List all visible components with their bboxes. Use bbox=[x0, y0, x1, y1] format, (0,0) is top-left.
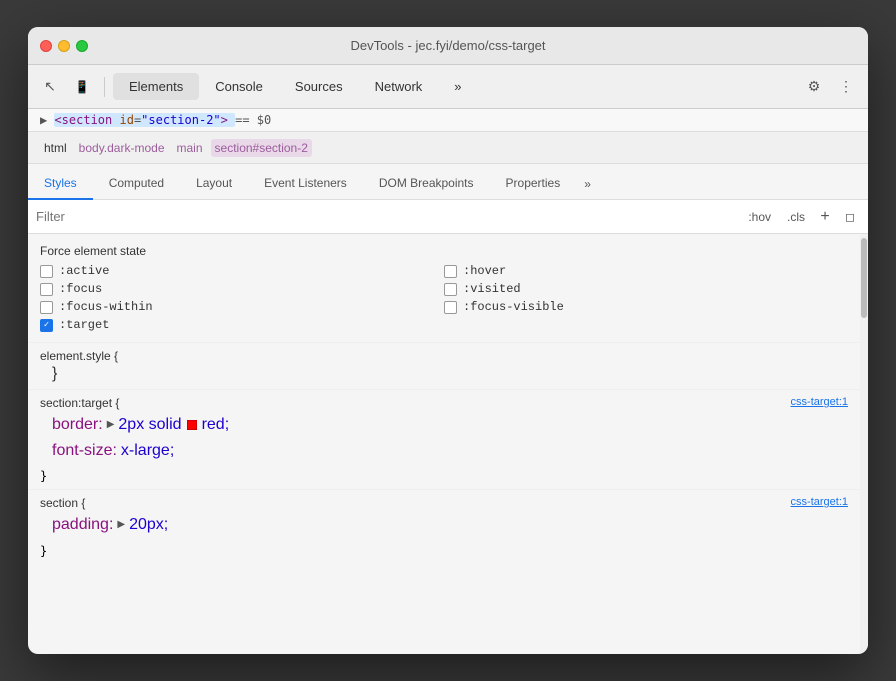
scrollbar-thumb[interactable] bbox=[861, 238, 867, 318]
dom-element-bar: ▶ <section id="section-2"> == $0 bbox=[28, 109, 868, 132]
css-prop-border: border: ▶ 2px solid red; bbox=[52, 412, 848, 438]
checkbox-focus-within[interactable] bbox=[40, 301, 53, 314]
menu-button[interactable]: ⋮ bbox=[832, 73, 860, 101]
dom-selected-element: <section id="section-2"> bbox=[54, 113, 235, 127]
state-item-visited: :visited bbox=[444, 282, 848, 296]
cls-button[interactable]: .cls bbox=[782, 208, 810, 226]
breadcrumb-body[interactable]: body.dark-mode bbox=[75, 139, 169, 157]
layout-icon: ◻ bbox=[845, 210, 855, 224]
breadcrumb-main[interactable]: main bbox=[173, 139, 207, 157]
state-item-target: :target bbox=[40, 318, 848, 332]
tab-sources[interactable]: Sources bbox=[279, 73, 359, 100]
menu-icon: ⋮ bbox=[839, 78, 853, 95]
panel-tab-computed[interactable]: Computed bbox=[93, 168, 180, 200]
css-rule-element-style: element.style { } bbox=[28, 342, 860, 389]
css-source-link-2[interactable]: css-target:1 bbox=[791, 496, 848, 508]
checkbox-focus-visible[interactable] bbox=[444, 301, 457, 314]
layout-button[interactable]: ◻ bbox=[840, 208, 860, 226]
css-rule-section-body: padding: ▶ 20px; bbox=[28, 512, 860, 544]
css-closing-brace-0: } bbox=[52, 365, 57, 382]
css-prop-value-border-size: 2px solid bbox=[118, 412, 181, 438]
filter-input[interactable] bbox=[36, 209, 743, 224]
panel-tab-properties[interactable]: Properties bbox=[490, 168, 577, 200]
css-prop-value-font-size: x-large; bbox=[121, 438, 174, 464]
css-selector-element-style: element.style { bbox=[40, 349, 118, 363]
css-prop-padding: padding: ▶ 20px; bbox=[52, 512, 848, 538]
breadcrumb-section[interactable]: section#section-2 bbox=[211, 139, 312, 157]
state-item-hover: :hover bbox=[444, 264, 848, 278]
css-prop-name-font-size: font-size: bbox=[52, 438, 117, 464]
filter-actions: :hov .cls + ◻ bbox=[743, 208, 860, 226]
breadcrumb: html body.dark-mode main section#section… bbox=[28, 132, 868, 164]
color-swatch-red[interactable] bbox=[187, 420, 197, 430]
css-prop-name-border: border: bbox=[52, 412, 103, 438]
main-tabs: Elements Console Sources Network » bbox=[113, 73, 796, 100]
state-item-focus: :focus bbox=[40, 282, 444, 296]
styles-panel: Force element state :active :hover :focu… bbox=[28, 234, 860, 654]
panel-tab-styles[interactable]: Styles bbox=[28, 168, 93, 200]
settings-button[interactable]: ⚙ bbox=[800, 73, 828, 101]
panel-tabs: Styles Computed Layout Event Listeners D… bbox=[28, 164, 868, 200]
state-item-focus-within: :focus-within bbox=[40, 300, 444, 314]
css-rule-element-style-header: element.style { bbox=[28, 343, 860, 365]
css-prop-value-border-color: red; bbox=[202, 412, 230, 438]
panel-tab-more[interactable]: » bbox=[576, 169, 599, 199]
panel-tab-layout[interactable]: Layout bbox=[180, 168, 248, 200]
settings-icon: ⚙ bbox=[808, 78, 821, 95]
dom-equals: == $0 bbox=[235, 113, 271, 127]
css-closing-2: } bbox=[28, 544, 860, 564]
css-rule-section-target-header: section:target { css-target:1 bbox=[28, 390, 860, 412]
css-rule-section-target: section:target { css-target:1 border: ▶ … bbox=[28, 389, 860, 489]
panel-tab-event-listeners[interactable]: Event Listeners bbox=[248, 168, 363, 200]
state-item-focus-visible: :focus-visible bbox=[444, 300, 848, 314]
checkbox-hover[interactable] bbox=[444, 265, 457, 278]
toolbar-separator bbox=[104, 77, 105, 97]
checkbox-visited[interactable] bbox=[444, 283, 457, 296]
css-source-link-1[interactable]: css-target:1 bbox=[791, 396, 848, 408]
tab-network[interactable]: Network bbox=[359, 73, 439, 100]
panel-tab-dom-breakpoints[interactable]: DOM Breakpoints bbox=[363, 168, 490, 200]
expand-arrow-padding[interactable]: ▶ bbox=[117, 517, 125, 533]
toolbar-right-actions: ⚙ ⋮ bbox=[800, 73, 860, 101]
tab-more[interactable]: » bbox=[438, 73, 477, 100]
close-button[interactable] bbox=[40, 40, 52, 52]
titlebar: DevTools - jec.fyi/demo/css-target bbox=[28, 27, 868, 65]
checkbox-target[interactable] bbox=[40, 319, 53, 332]
traffic-lights bbox=[40, 40, 88, 52]
css-rule-section-target-body: border: ▶ 2px solid red; font-size: x-la… bbox=[28, 412, 860, 469]
filter-bar: :hov .cls + ◻ bbox=[28, 200, 868, 234]
mobile-icon: 📱 bbox=[75, 80, 90, 94]
state-item-active: :active bbox=[40, 264, 444, 278]
checkbox-active[interactable] bbox=[40, 265, 53, 278]
css-rule-section: section { css-target:1 padding: ▶ 20px; … bbox=[28, 489, 860, 564]
css-selector-section: section { bbox=[40, 496, 85, 510]
force-state-grid: :active :hover :focus :visited bbox=[28, 264, 860, 342]
cursor-icon: ↖ bbox=[44, 78, 56, 95]
scrollbar[interactable] bbox=[860, 234, 868, 654]
tab-console[interactable]: Console bbox=[199, 73, 279, 100]
tab-elements[interactable]: Elements bbox=[113, 73, 199, 100]
cursor-tool-button[interactable]: ↖ bbox=[36, 73, 64, 101]
css-selector-section-target: section:target { bbox=[40, 396, 119, 410]
devtools-window: DevTools - jec.fyi/demo/css-target ↖ 📱 E… bbox=[28, 27, 868, 654]
hov-button[interactable]: :hov bbox=[743, 208, 776, 226]
main-content: Force element state :active :hover :focu… bbox=[28, 234, 868, 654]
breadcrumb-html[interactable]: html bbox=[40, 139, 71, 157]
maximize-button[interactable] bbox=[76, 40, 88, 52]
checkbox-focus[interactable] bbox=[40, 283, 53, 296]
css-prop-font-size: font-size: x-large; bbox=[52, 438, 848, 464]
dom-prefix: ▶ bbox=[40, 113, 54, 127]
css-closing-1: } bbox=[28, 469, 860, 489]
window-title: DevTools - jec.fyi/demo/css-target bbox=[350, 38, 545, 53]
add-style-button[interactable]: + bbox=[816, 208, 834, 226]
css-prop-value-padding: 20px; bbox=[129, 512, 168, 538]
css-rule-section-header: section { css-target:1 bbox=[28, 490, 860, 512]
mobile-tool-button[interactable]: 📱 bbox=[68, 73, 96, 101]
expand-arrow-border[interactable]: ▶ bbox=[107, 417, 115, 433]
css-rule-element-style-body: } bbox=[28, 365, 860, 389]
devtools-toolbar: ↖ 📱 Elements Console Sources Network » bbox=[28, 65, 868, 109]
minimize-button[interactable] bbox=[58, 40, 70, 52]
force-state-header: Force element state bbox=[28, 234, 860, 264]
css-prop-name-padding: padding: bbox=[52, 512, 113, 538]
